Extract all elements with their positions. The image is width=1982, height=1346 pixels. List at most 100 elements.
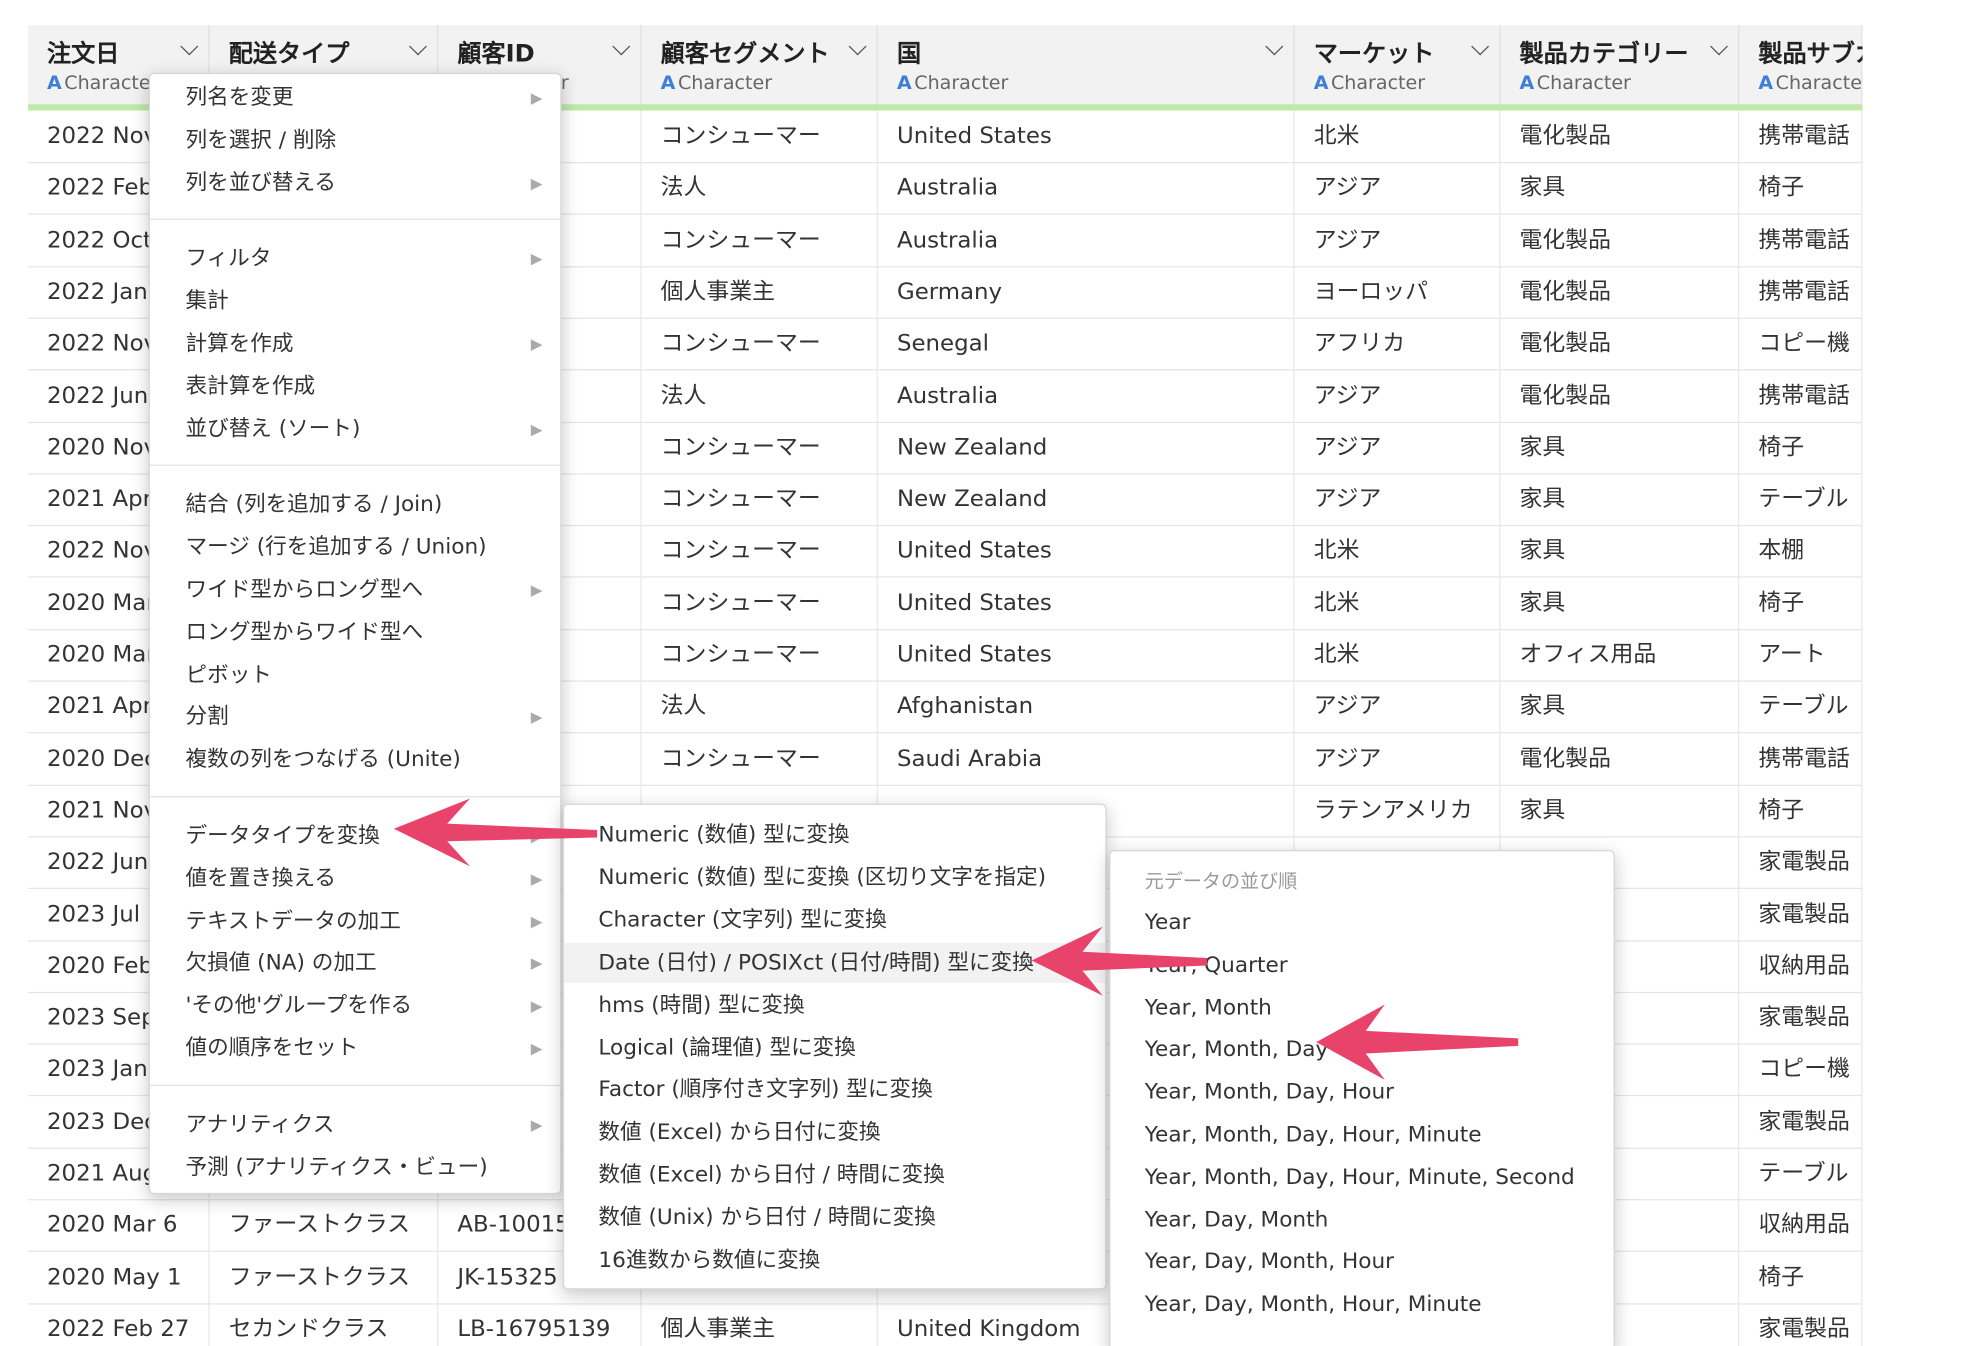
table-cell[interactable]: ファーストクラス bbox=[210, 1199, 439, 1251]
menu-item[interactable]: ピボット bbox=[150, 655, 560, 695]
date-order-item[interactable]: Year, Day, Month, Hour bbox=[1110, 1242, 1613, 1282]
chevron-down-icon[interactable] bbox=[180, 37, 199, 56]
table-cell[interactable]: 電化製品 bbox=[1500, 732, 1740, 785]
table-cell[interactable]: コンシューマー bbox=[642, 214, 878, 266]
convert-menu-item[interactable]: 数値 (Unix) から日付 / 時間に変換 bbox=[564, 1198, 1105, 1238]
table-cell[interactable]: 携帯電話 bbox=[1739, 110, 1863, 162]
menu-item[interactable]: 結合 (列を追加する / Join) bbox=[150, 485, 560, 525]
table-cell[interactable]: 携帯電話 bbox=[1739, 214, 1863, 266]
table-cell[interactable]: 家電製品 bbox=[1739, 992, 1863, 1044]
menu-item[interactable]: 欠損値 (NA) の加工 ▶ bbox=[150, 943, 560, 983]
table-cell[interactable]: コンシューマー bbox=[642, 732, 878, 785]
table-cell[interactable]: 収納用品 bbox=[1739, 1199, 1863, 1251]
convert-menu-item[interactable]: Character (文字列) 型に変換 bbox=[564, 900, 1105, 940]
table-cell[interactable]: 携帯電話 bbox=[1739, 732, 1863, 785]
menu-item[interactable]: 列名を変更 ▶ bbox=[150, 78, 560, 118]
table-cell[interactable]: オフィス用品 bbox=[1500, 629, 1740, 681]
menu-item[interactable]: 値の順序をセット ▶ bbox=[150, 1028, 560, 1068]
table-cell[interactable]: Saudi Arabia bbox=[878, 732, 1295, 785]
date-order-item[interactable]: Year, Month, Day, Hour, Minute, Second bbox=[1110, 1157, 1613, 1197]
table-cell[interactable]: 家具 bbox=[1500, 577, 1740, 629]
table-cell[interactable]: 法人 bbox=[642, 162, 878, 214]
table-cell[interactable]: ラテンアメリカ bbox=[1295, 784, 1501, 837]
table-cell[interactable]: コンシューマー bbox=[642, 317, 878, 370]
table-cell[interactable]: 収納用品 bbox=[1739, 940, 1863, 992]
date-order-item[interactable]: Year, Month bbox=[1110, 988, 1613, 1028]
table-cell[interactable]: United States bbox=[878, 525, 1295, 577]
table-cell[interactable]: 2020 May 1 bbox=[28, 1251, 210, 1303]
date-order-item[interactable]: Year, Month, Day, Hour bbox=[1110, 1073, 1613, 1113]
menu-item[interactable]: 'その他'グループを作る ▶ bbox=[150, 986, 560, 1026]
menu-item[interactable]: ワイド型からロング型へ ▶ bbox=[150, 570, 560, 610]
table-cell[interactable]: 電化製品 bbox=[1500, 214, 1740, 266]
date-order-item[interactable]: Year bbox=[1110, 903, 1613, 943]
table-cell[interactable]: 椅子 bbox=[1739, 421, 1863, 474]
table-cell[interactable]: 椅子 bbox=[1739, 577, 1863, 629]
menu-item[interactable]: 値を置き換える ▶ bbox=[150, 859, 560, 899]
table-cell[interactable]: United States bbox=[878, 110, 1295, 162]
menu-item[interactable]: フィルタ ▶ bbox=[150, 239, 560, 279]
table-cell[interactable]: 家電製品 bbox=[1739, 836, 1863, 888]
menu-item[interactable]: 複数の列をつなげる (Unite) bbox=[150, 740, 560, 780]
chevron-down-icon[interactable] bbox=[1265, 37, 1284, 56]
table-cell[interactable]: アジア bbox=[1295, 369, 1501, 422]
table-cell[interactable]: 法人 bbox=[642, 680, 878, 733]
convert-menu-item[interactable]: 数値 (Excel) から日付に変換 bbox=[564, 1113, 1105, 1153]
table-cell[interactable]: 電化製品 bbox=[1500, 369, 1740, 422]
convert-menu-item[interactable]: Date (日付) / POSIXct (日付/時間) 型に変換 bbox=[564, 942, 1106, 983]
table-cell[interactable]: Australia bbox=[878, 214, 1295, 266]
table-cell[interactable]: コピー機 bbox=[1739, 1043, 1863, 1096]
menu-item[interactable]: 表計算を作成 bbox=[150, 366, 560, 406]
convert-menu-item[interactable]: 数値 (Excel) から日付 / 時間に変換 bbox=[564, 1155, 1105, 1195]
table-cell[interactable]: 北米 bbox=[1295, 525, 1501, 577]
convert-menu-item[interactable]: hms (時間) 型に変換 bbox=[564, 985, 1105, 1025]
table-cell[interactable]: 椅子 bbox=[1739, 1251, 1863, 1303]
table-cell[interactable]: 2022 Feb 27 bbox=[28, 1303, 210, 1346]
menu-item[interactable]: 予測 (アナリティクス・ビュー) bbox=[150, 1147, 560, 1187]
menu-item[interactable]: データタイプを変換 ▶ bbox=[150, 816, 560, 856]
chevron-down-icon[interactable] bbox=[848, 37, 867, 56]
menu-item[interactable]: テキストデータの加工 ▶ bbox=[150, 901, 560, 941]
table-cell[interactable]: 家電製品 bbox=[1739, 1095, 1863, 1148]
column-header[interactable]: 国 A Character bbox=[878, 25, 1295, 105]
table-cell[interactable]: セカンドクラス bbox=[210, 1303, 439, 1346]
table-cell[interactable]: コンシューマー bbox=[642, 473, 878, 525]
table-cell[interactable]: テーブル bbox=[1739, 1147, 1863, 1200]
table-cell[interactable]: Australia bbox=[878, 162, 1295, 214]
convert-menu-item[interactable]: 16進数から数値に変換 bbox=[564, 1241, 1105, 1281]
table-cell[interactable]: LB-16795139 bbox=[438, 1303, 642, 1346]
column-header[interactable]: 製品カテゴリー A Character bbox=[1500, 25, 1740, 105]
table-cell[interactable]: 家具 bbox=[1500, 525, 1740, 577]
table-cell[interactable]: 家具 bbox=[1500, 473, 1740, 525]
chevron-down-icon[interactable] bbox=[1471, 37, 1490, 56]
table-cell[interactable]: 本棚 bbox=[1739, 525, 1863, 577]
table-cell[interactable]: United States bbox=[878, 577, 1295, 629]
table-cell[interactable]: 個人事業主 bbox=[642, 266, 878, 318]
menu-item[interactable]: 集計 bbox=[150, 281, 560, 321]
table-cell[interactable]: コンシューマー bbox=[642, 577, 878, 629]
menu-item[interactable]: ロング型からワイド型へ bbox=[150, 612, 560, 652]
table-cell[interactable]: 北米 bbox=[1295, 629, 1501, 681]
table-cell[interactable]: 電化製品 bbox=[1500, 266, 1740, 318]
table-cell[interactable]: 北米 bbox=[1295, 110, 1501, 162]
convert-menu-item[interactable]: Logical (論理値) 型に変換 bbox=[564, 1028, 1105, 1068]
table-cell[interactable]: Senegal bbox=[878, 317, 1295, 370]
menu-item[interactable]: 並び替え (ソート) ▶ bbox=[150, 409, 560, 449]
chevron-down-icon[interactable] bbox=[612, 37, 631, 56]
date-order-item[interactable]: Year, Day, Month bbox=[1110, 1200, 1613, 1240]
table-cell[interactable]: 個人事業主 bbox=[642, 1303, 878, 1346]
menu-item[interactable]: 分割 ▶ bbox=[150, 697, 560, 737]
table-cell[interactable]: Afghanistan bbox=[878, 680, 1295, 733]
table-cell[interactable]: 椅子 bbox=[1739, 784, 1863, 837]
column-header[interactable]: マーケット A Character bbox=[1295, 25, 1501, 105]
table-cell[interactable]: アジア bbox=[1295, 732, 1501, 785]
chevron-down-icon[interactable] bbox=[409, 37, 427, 56]
table-cell[interactable]: コンシューマー bbox=[642, 629, 878, 681]
table-cell[interactable]: アジア bbox=[1295, 473, 1501, 525]
column-header[interactable]: 製品サブカ ACharacter bbox=[1739, 25, 1863, 105]
table-cell[interactable]: 家具 bbox=[1500, 421, 1740, 474]
table-cell[interactable]: 家具 bbox=[1500, 680, 1740, 733]
convert-menu-item[interactable]: Numeric (数値) 型に変換 (区切り文字を指定) bbox=[564, 857, 1105, 897]
table-cell[interactable]: New Zealand bbox=[878, 421, 1295, 474]
table-cell[interactable]: 携帯電話 bbox=[1739, 369, 1863, 422]
